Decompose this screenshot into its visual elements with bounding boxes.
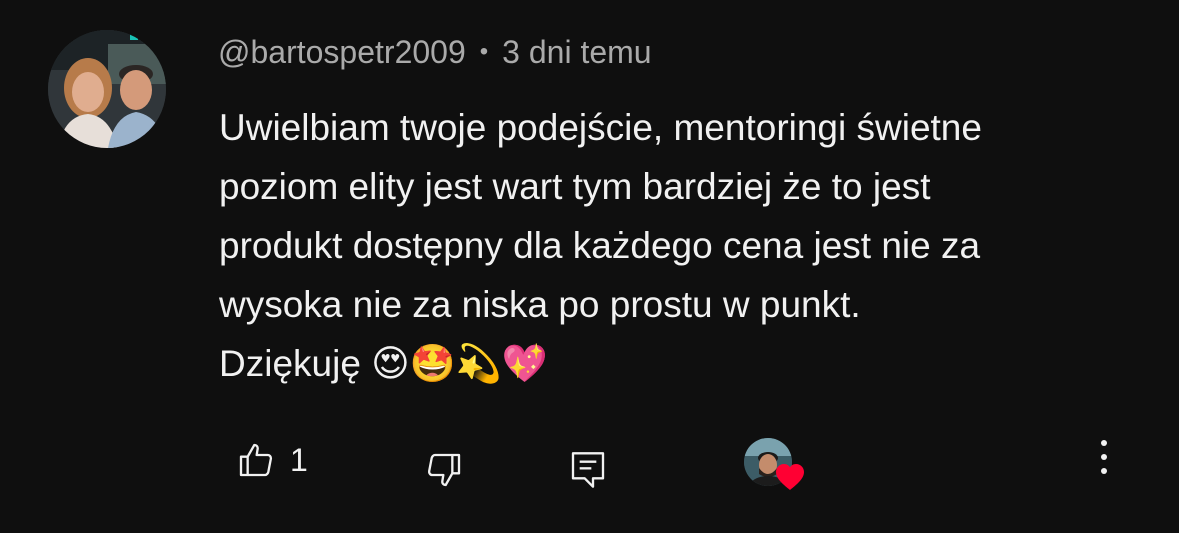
avatar-photo: Dr M: [48, 30, 166, 148]
thumbs-down-icon: [427, 453, 461, 487]
author-avatar[interactable]: Dr M: [48, 30, 166, 148]
comment-timestamp[interactable]: 3 dni temu: [502, 34, 651, 71]
thumbs-up-icon: [239, 443, 273, 477]
more-options-button[interactable]: [1090, 436, 1118, 478]
comment-reply-icon: [571, 452, 605, 488]
comment-header: @bartospetr2009 • 3 dni temu: [218, 30, 652, 74]
reply-button[interactable]: [568, 448, 612, 494]
avatar-badge-text: Dr M: [142, 32, 164, 43]
separator-dot: •: [479, 38, 489, 65]
like-count: 1: [290, 442, 308, 478]
comment-thread-item: Dr M @bartospetr2009 • 3 dni temu Uwielb…: [0, 0, 1179, 533]
dislike-button[interactable]: [424, 450, 468, 494]
heart-icon: [776, 464, 804, 490]
author-handle[interactable]: @bartospetr2009: [218, 34, 466, 71]
more-vertical-icon: [1101, 440, 1107, 474]
like-button[interactable]: 1: [236, 436, 326, 484]
comment-text: Uwielbiam twoje podejście, mentoringi św…: [219, 107, 982, 384]
creator-heart[interactable]: [744, 438, 808, 496]
